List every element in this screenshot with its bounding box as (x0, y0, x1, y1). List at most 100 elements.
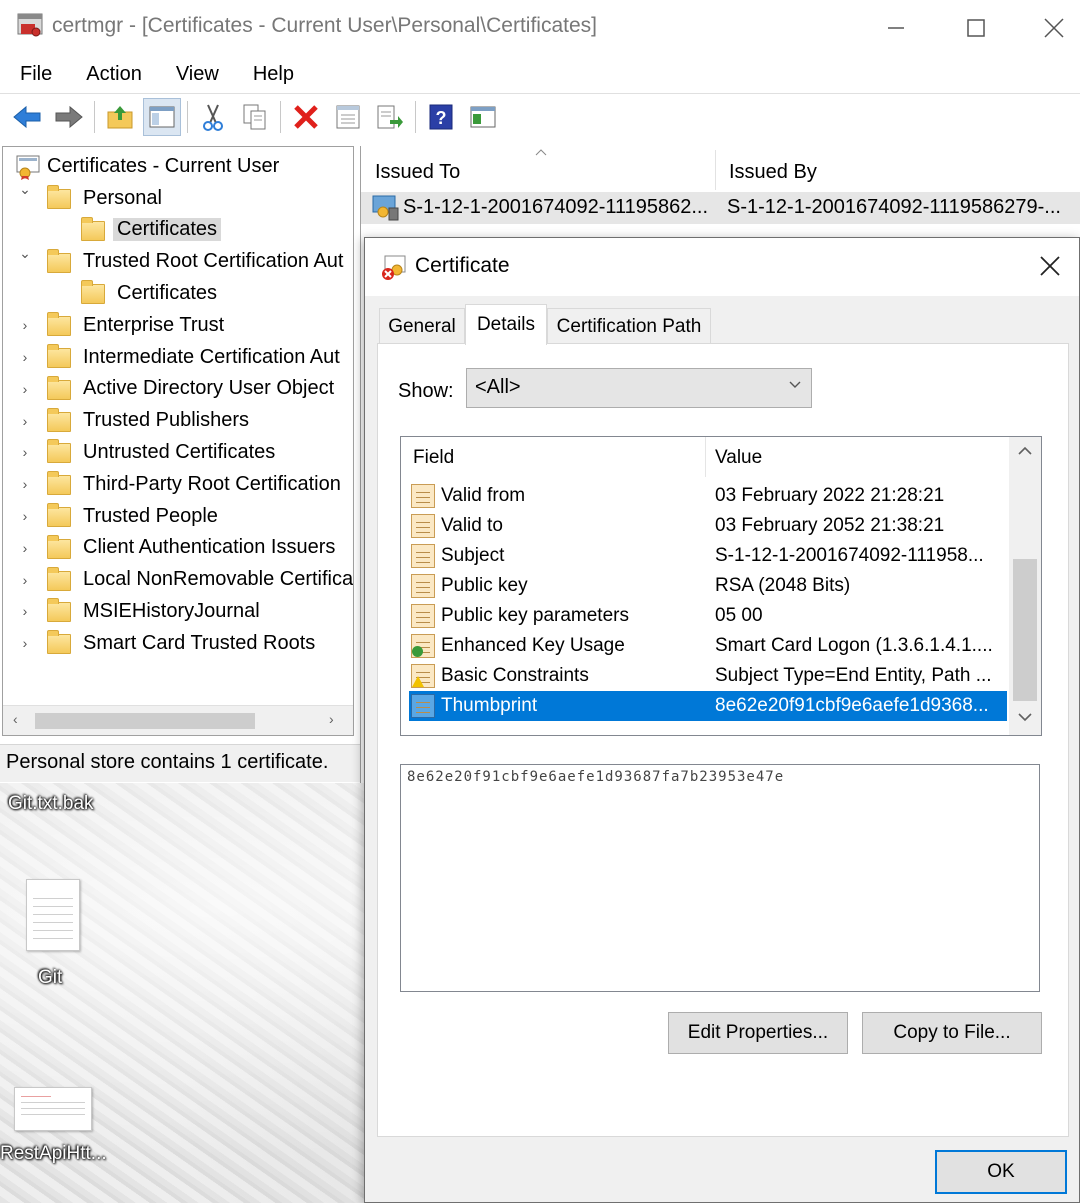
folder-icon (47, 598, 71, 623)
back-arrow-icon (13, 105, 41, 128)
tree-item-label: Smart Card Trusted Roots (83, 631, 316, 654)
chevron-down-icon[interactable]: ⌄ (17, 245, 33, 262)
tree-item[interactable]: › Client Authentication Issuers (3, 533, 353, 563)
chevron-right-icon[interactable]: › (17, 349, 33, 365)
desktop-icon-label[interactable]: Git.txt.bak (8, 793, 94, 815)
certificate-error-icon (382, 255, 406, 280)
chevron-right-icon[interactable]: › (17, 381, 33, 397)
help-icon: ? (429, 104, 453, 129)
chevron-down-icon[interactable]: ⌄ (17, 181, 33, 198)
show-hide-console-tree-button[interactable] (143, 97, 181, 136)
column-header-issued-by[interactable]: Issued By (715, 150, 1080, 194)
field-row[interactable]: Valid from 03 February 2022 21:28:21 (401, 481, 1009, 511)
maximize-button[interactable] (946, 8, 1006, 48)
fields-list[interactable]: Field Value Valid from 03 February 2022 2… (400, 436, 1042, 736)
menu-view[interactable]: View (156, 63, 233, 86)
certificate-field-icon (411, 484, 435, 508)
copy-to-file-button[interactable]: Copy to File... (862, 1012, 1042, 1054)
field-row[interactable]: Valid to 03 February 2052 21:38:21 (401, 511, 1009, 541)
chevron-right-icon[interactable]: › (17, 603, 33, 619)
console-tree[interactable]: Certificates - Current User ⌄ Personal Cer… (2, 146, 354, 736)
menu-help[interactable]: Help (233, 63, 308, 86)
edit-properties-button[interactable]: Edit Properties... (668, 1012, 848, 1054)
ok-button[interactable]: OK (935, 1150, 1067, 1194)
chevron-right-icon[interactable]: › (17, 635, 33, 651)
tree-item[interactable]: Certificates (3, 278, 353, 308)
tab-general[interactable]: General (379, 308, 465, 344)
document-thumbnail-icon[interactable] (14, 1087, 92, 1131)
tab-details[interactable]: Details (465, 304, 547, 345)
tree-item[interactable]: Certificates (3, 215, 353, 245)
field-name: Enhanced Key Usage (441, 635, 625, 656)
field-row[interactable]: Public key RSA (2048 Bits) (401, 571, 1009, 601)
chevron-right-icon[interactable]: › (17, 476, 33, 492)
tree-item[interactable]: › Smart Card Trusted Roots (3, 628, 353, 658)
forward-button[interactable] (50, 98, 88, 136)
tree-item[interactable]: › MSIEHistoryJournal (3, 596, 353, 626)
tree-item[interactable]: › Trusted People (3, 501, 353, 531)
tree-item[interactable]: › Untrusted Certificates (3, 437, 353, 467)
menu-file[interactable]: File (0, 63, 66, 86)
minimize-button[interactable] (866, 8, 926, 48)
text-file-icon[interactable] (26, 879, 80, 951)
tree-item[interactable]: › Trusted Publishers (3, 406, 353, 436)
chevron-right-icon[interactable]: › (17, 413, 33, 429)
chevron-right-icon[interactable]: › (17, 444, 33, 460)
scroll-right-icon[interactable]: › (329, 711, 334, 727)
menu-bar: File Action View Help (0, 56, 1080, 92)
chevron-right-icon[interactable]: › (17, 540, 33, 556)
column-divider[interactable] (705, 437, 706, 477)
tree-item[interactable]: › Third-Party Root Certification (3, 469, 353, 499)
action-pane-button[interactable] (464, 98, 502, 136)
back-button[interactable] (8, 98, 46, 136)
dialog-close-button[interactable] (1039, 252, 1061, 284)
field-row[interactable]: Subject S-1-12-1-2001674092-111958... (401, 541, 1009, 571)
chevron-right-icon[interactable]: › (17, 572, 33, 588)
dialog-title-bar[interactable]: Certificate (365, 238, 1079, 296)
copy-button[interactable] (236, 98, 274, 136)
tree-root[interactable]: Certificates - Current User (3, 151, 353, 181)
field-value: 03 February 2052 21:38:21 (715, 515, 945, 536)
column-header-value[interactable]: Value (715, 437, 762, 479)
help-button[interactable]: ? (422, 98, 460, 136)
tree-item[interactable]: › Local NonRemovable Certifica (3, 565, 353, 595)
scroll-thumb[interactable] (35, 713, 255, 729)
field-row[interactable]: Basic Constraints Subject Type=End Entity… (401, 661, 1009, 691)
forward-arrow-icon (55, 105, 83, 128)
scroll-down-icon[interactable] (1018, 709, 1032, 725)
chevron-right-icon[interactable]: › (17, 508, 33, 524)
field-row[interactable]: Thumbprint 8e62e20f91cbf9e6aefe1d9368... (409, 691, 1007, 721)
field-value-textbox[interactable]: 8e62e20f91cbf9e6aefe1d93687fa7b23953e47e (400, 764, 1040, 992)
title-bar[interactable]: certmgr - [Certificates - Current User\P… (0, 0, 1080, 56)
up-one-level-button[interactable] (101, 98, 139, 136)
folder-icon (47, 566, 71, 591)
tree-item[interactable]: › Enterprise Trust (3, 310, 353, 340)
tree-item[interactable]: › Active Directory User Object (3, 374, 353, 404)
chevron-right-icon[interactable]: › (17, 317, 33, 333)
field-row[interactable]: Enhanced Key Usage Smart Card Logon (1.3.… (401, 631, 1009, 661)
cut-button[interactable] (194, 98, 232, 136)
desktop-icon-label[interactable]: RestApiHtt... (0, 1143, 107, 1165)
folder-icon (47, 407, 71, 432)
show-select[interactable]: <All> (466, 368, 812, 408)
tree-horizontal-scrollbar[interactable]: ‹ › (3, 705, 353, 735)
fields-scrollbar[interactable] (1009, 437, 1041, 735)
tab-certification-path[interactable]: Certification Path (547, 308, 711, 344)
scroll-thumb[interactable] (1013, 559, 1037, 701)
column-header-issued-to[interactable]: Issued To (361, 150, 715, 194)
delete-button[interactable] (287, 98, 325, 136)
scroll-left-icon[interactable]: ‹ (13, 711, 18, 727)
properties-button[interactable] (329, 98, 367, 136)
tree-item[interactable]: ⌄ Personal (3, 181, 353, 213)
menu-action[interactable]: Action (66, 63, 156, 86)
close-window-button[interactable] (1028, 8, 1080, 48)
scroll-up-icon[interactable] (1018, 443, 1032, 459)
export-list-button[interactable] (371, 98, 409, 136)
column-header-field[interactable]: Field (413, 437, 454, 479)
tree-item-label: Personal (83, 186, 162, 209)
tree-item[interactable]: › Intermediate Certification Aut (3, 342, 353, 372)
field-row[interactable]: Public key parameters 05 00 (401, 601, 1009, 631)
tree-item[interactable]: ⌄ Trusted Root Certification Aut (3, 245, 353, 277)
certificate-row[interactable]: S-1-12-1-2001674092-11195862... S-1-12-1… (361, 192, 1080, 224)
desktop-icon-label[interactable]: Git (38, 967, 62, 989)
